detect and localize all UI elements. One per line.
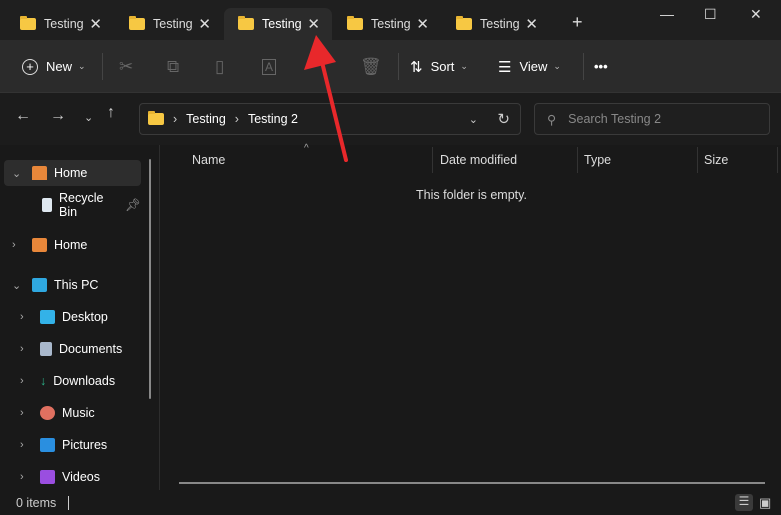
more-options-button[interactable]: ••• [594,40,608,93]
tab-active[interactable]: Testing ✕ [224,8,332,40]
tab-bar: Testing ✕ Testing ✕ Testing ✕ Testing ✕ Test… [0,0,781,40]
forward-button[interactable]: → [50,107,66,125]
nav-item-downloads[interactable]: › ↓ Downloads [4,368,141,394]
recycle-bin-icon [42,198,53,212]
nav-item-this-pc[interactable]: ⌄ This PC [4,272,141,298]
nav-item-pictures[interactable]: › Pictures [4,432,141,458]
address-dropdown-icon[interactable]: ⌄ [469,113,478,126]
new-button[interactable]: + New ⌄ [22,40,86,93]
tab[interactable]: Testing ✕ [6,8,114,40]
navigation-pane: ⌄ Home Recycle Bin 📌︎ › Home ⌄ This PC › Desk… [0,145,160,490]
folder-icon [347,16,363,30]
close-tab-icon[interactable]: ✕ [307,15,320,33]
nav-item-home[interactable]: › Home [4,232,141,258]
nav-item-home[interactable]: ⌄ Home [4,160,141,186]
folder-icon [20,16,36,30]
computer-icon [32,278,47,292]
minimize-button[interactable]: — [660,6,674,22]
home-icon [32,238,47,252]
chevron-down-icon: ⌄ [78,61,86,71]
column-date-modified[interactable]: Date modified [440,153,517,167]
sort-button[interactable]: ⇅ Sort ⌄ [410,40,468,93]
details-view-icon[interactable]: ☰ [735,494,753,511]
chevron-down-icon: ⌄ [553,61,561,71]
column-headers: ^ Name Date modified Type Size [162,143,781,175]
nav-scrollbar[interactable] [149,159,151,399]
nav-item-recycle-bin[interactable]: Recycle Bin 📌︎ [4,191,141,219]
nav-item-videos[interactable]: › Videos [4,464,141,490]
sort-ascending-icon: ^ [304,143,309,154]
close-tab-icon[interactable]: ✕ [198,15,211,33]
copy-button[interactable]: ⧉ [167,40,179,93]
view-list-icon: ☰ [498,58,512,76]
maximize-button[interactable]: ☐ [704,6,717,23]
sort-icon: ⇅ [410,58,423,76]
documents-icon [40,342,52,356]
pictures-icon [40,438,55,452]
clipboard-icon: ▯ [215,56,225,76]
nav-item-documents[interactable]: › Documents [4,336,141,362]
empty-folder-message: This folder is empty. [416,188,527,202]
close-tab-icon[interactable]: ✕ [416,15,429,33]
close-tab-icon[interactable]: ✕ [525,15,538,33]
search-icon: ⚲ [547,112,557,127]
delete-button[interactable]: 🗑︎ [360,40,382,93]
desktop-icon [40,310,55,324]
copy-icon: ⧉ [167,56,180,76]
rename-button[interactable]: A [262,40,277,93]
tiles-view-icon[interactable]: ▣ [759,495,771,511]
folder-icon [129,16,145,30]
item-count: 0 items [16,495,57,510]
plus-circle-icon: + [22,58,38,75]
videos-icon [40,470,55,484]
rename-icon: A [262,58,277,75]
tab[interactable]: Testing ✕ [442,8,550,40]
horizontal-scrollbar[interactable] [179,482,765,484]
folder-icon [238,16,254,30]
nav-item-desktop[interactable]: › Desktop [4,304,141,330]
close-window-button[interactable]: ✕ [750,6,762,23]
chevron-down-icon: ⌄ [460,61,468,71]
address-row: ← → ⌄ ↑ › Testing › Testing 2 ⌄ ↻ ⚲ Search … [0,93,781,145]
paste-button[interactable]: ▯ [215,40,224,93]
recent-locations-button[interactable]: ⌄ [84,111,93,124]
nav-item-music[interactable]: › Music [4,400,141,426]
back-button[interactable]: ← [15,107,31,125]
folder-icon [148,111,164,125]
breadcrumb-item[interactable]: Testing [186,112,226,126]
column-size[interactable]: Size [704,153,728,167]
search-input[interactable]: ⚲ Search Testing 2 [534,103,770,135]
scissors-icon: ✂ [119,56,134,76]
column-name[interactable]: Name [192,153,225,167]
close-tab-icon[interactable]: ✕ [89,15,102,33]
home-icon [32,166,47,180]
view-button[interactable]: ☰ View ⌄ [498,40,561,93]
command-bar: + New ⌄ ✂ ⧉ ▯ A 🗑︎ ⇅ Sort ⌄ ☰ View ⌄ ••• [0,40,781,93]
address-bar[interactable]: › Testing › Testing 2 ⌄ ↻ [139,103,521,135]
column-type[interactable]: Type [584,153,611,167]
folder-icon [456,16,472,30]
tab[interactable]: Testing ✕ [115,8,223,40]
download-icon: ↓ [40,374,47,388]
up-button[interactable]: ↑ [107,104,115,122]
cut-button[interactable]: ✂ [119,40,133,93]
new-tab-button[interactable]: + [572,12,583,33]
trash-icon: 🗑︎ [360,56,382,76]
tab[interactable]: Testing ✕ [333,8,441,40]
breadcrumb-item[interactable]: Testing 2 [248,112,298,126]
pin-icon: 📌︎ [125,197,141,212]
status-bar: 0 items ☰ ▣ [0,490,781,515]
refresh-icon[interactable]: ↻ [497,110,510,128]
music-icon [40,406,55,420]
